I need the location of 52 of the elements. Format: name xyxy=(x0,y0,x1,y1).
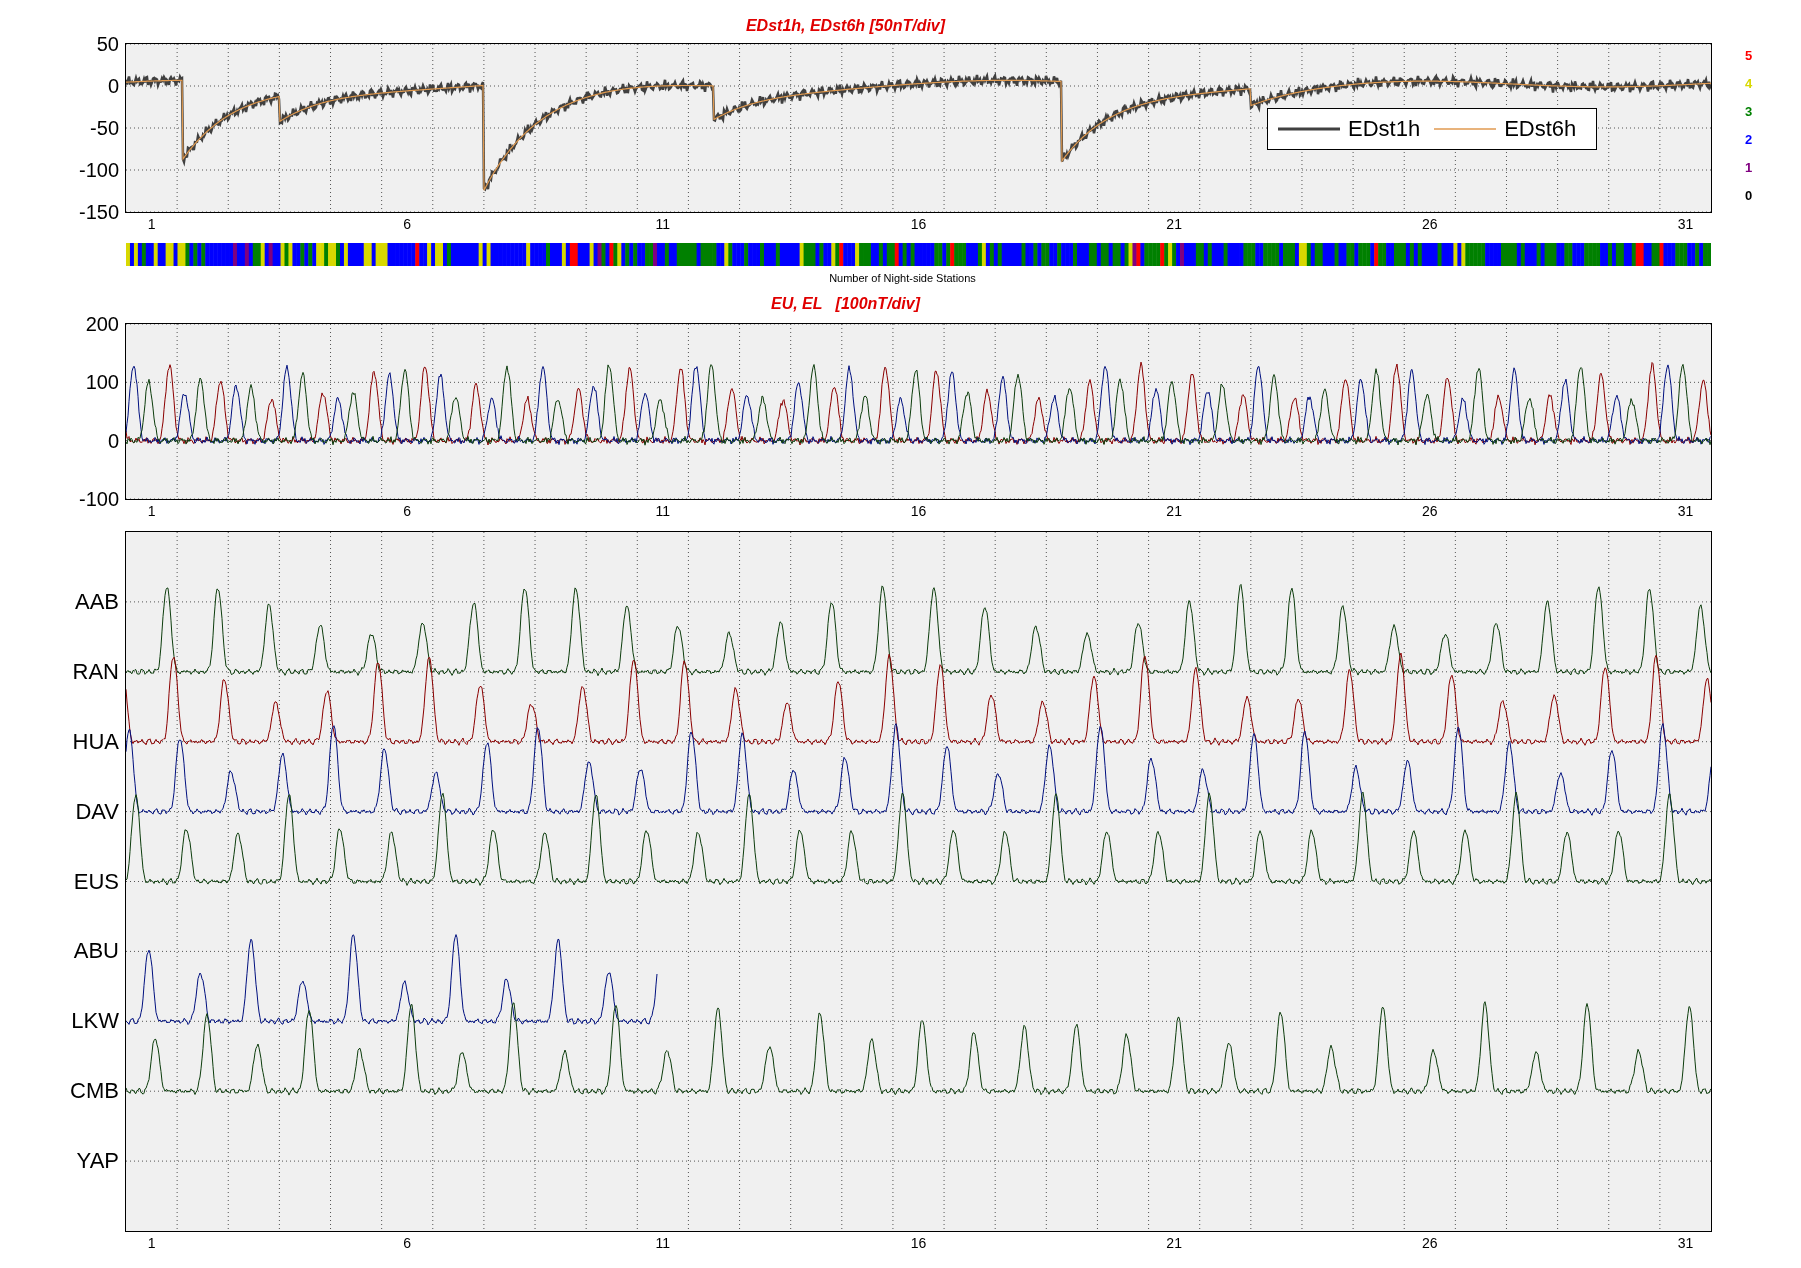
station-label: EUS xyxy=(73,868,119,895)
x-axis-label: 31 xyxy=(1677,1235,1694,1251)
station-label: ABU xyxy=(73,938,119,965)
x-axis-label: 6 xyxy=(403,1235,412,1251)
x-axis-label: 31 xyxy=(1677,216,1694,232)
x-axis-label: 21 xyxy=(1166,216,1182,232)
station-label: HUA xyxy=(72,728,119,755)
y-axis-label: 0 xyxy=(107,429,119,453)
y-axis-label: -150 xyxy=(78,200,119,224)
x-axis-label: 16 xyxy=(910,1235,927,1251)
legend-level: 5 xyxy=(1745,48,1754,64)
x-axis-label: 11 xyxy=(655,503,671,519)
y-axis-label: 0 xyxy=(107,74,119,98)
line-swatch-icon xyxy=(1434,126,1497,132)
x-axis-label: 1 xyxy=(147,503,156,519)
y-axis-label: -100 xyxy=(78,158,119,182)
y-axis-label: -100 xyxy=(78,487,119,511)
station-label: RAN xyxy=(72,658,119,685)
legend-label: EDst6h xyxy=(1504,116,1577,142)
y-axis-label: 50 xyxy=(96,32,119,56)
station-label: DAV xyxy=(75,798,119,825)
x-axis-label: 1 xyxy=(147,1235,156,1251)
x-axis-label: 26 xyxy=(1422,1235,1438,1251)
station-label: CMB xyxy=(70,1078,119,1105)
y-axis-label: 200 xyxy=(85,312,119,336)
x-axis-label: 16 xyxy=(910,503,927,519)
y-axis-label: 100 xyxy=(85,370,119,394)
station-label: LKW xyxy=(71,1008,119,1035)
strip-caption: Number of Night-side Stations xyxy=(828,271,977,284)
x-axis-label: 1 xyxy=(147,216,156,232)
legend-label: EDst1h xyxy=(1348,116,1421,142)
x-axis-label: 11 xyxy=(655,216,671,232)
x-axis-label: 6 xyxy=(403,216,412,232)
legend-level: 0 xyxy=(1745,188,1754,204)
station-label: YAP xyxy=(76,1148,119,1175)
station-label: AAB xyxy=(74,588,119,615)
x-axis-label: 11 xyxy=(655,1235,671,1251)
legend-level: 1 xyxy=(1745,160,1754,176)
chart-title: EDst1h, EDst6h [50nT/div] xyxy=(745,16,946,36)
legend-level: 4 xyxy=(1745,76,1754,92)
legend-level: 3 xyxy=(1745,104,1754,120)
y-axis-label: -50 xyxy=(90,116,119,140)
x-axis-label: 16 xyxy=(910,216,927,232)
x-axis-label: 21 xyxy=(1166,1235,1182,1251)
x-axis-label: 31 xyxy=(1677,503,1694,519)
x-axis-label: 6 xyxy=(403,503,412,519)
x-axis-label: 26 xyxy=(1422,503,1438,519)
x-axis-label: 26 xyxy=(1422,216,1438,232)
legend-level: 2 xyxy=(1745,132,1754,148)
x-axis-label: 21 xyxy=(1166,503,1182,519)
line-swatch-icon xyxy=(1278,126,1340,132)
chart-title: EU, EL [100nT/div] xyxy=(770,294,921,314)
